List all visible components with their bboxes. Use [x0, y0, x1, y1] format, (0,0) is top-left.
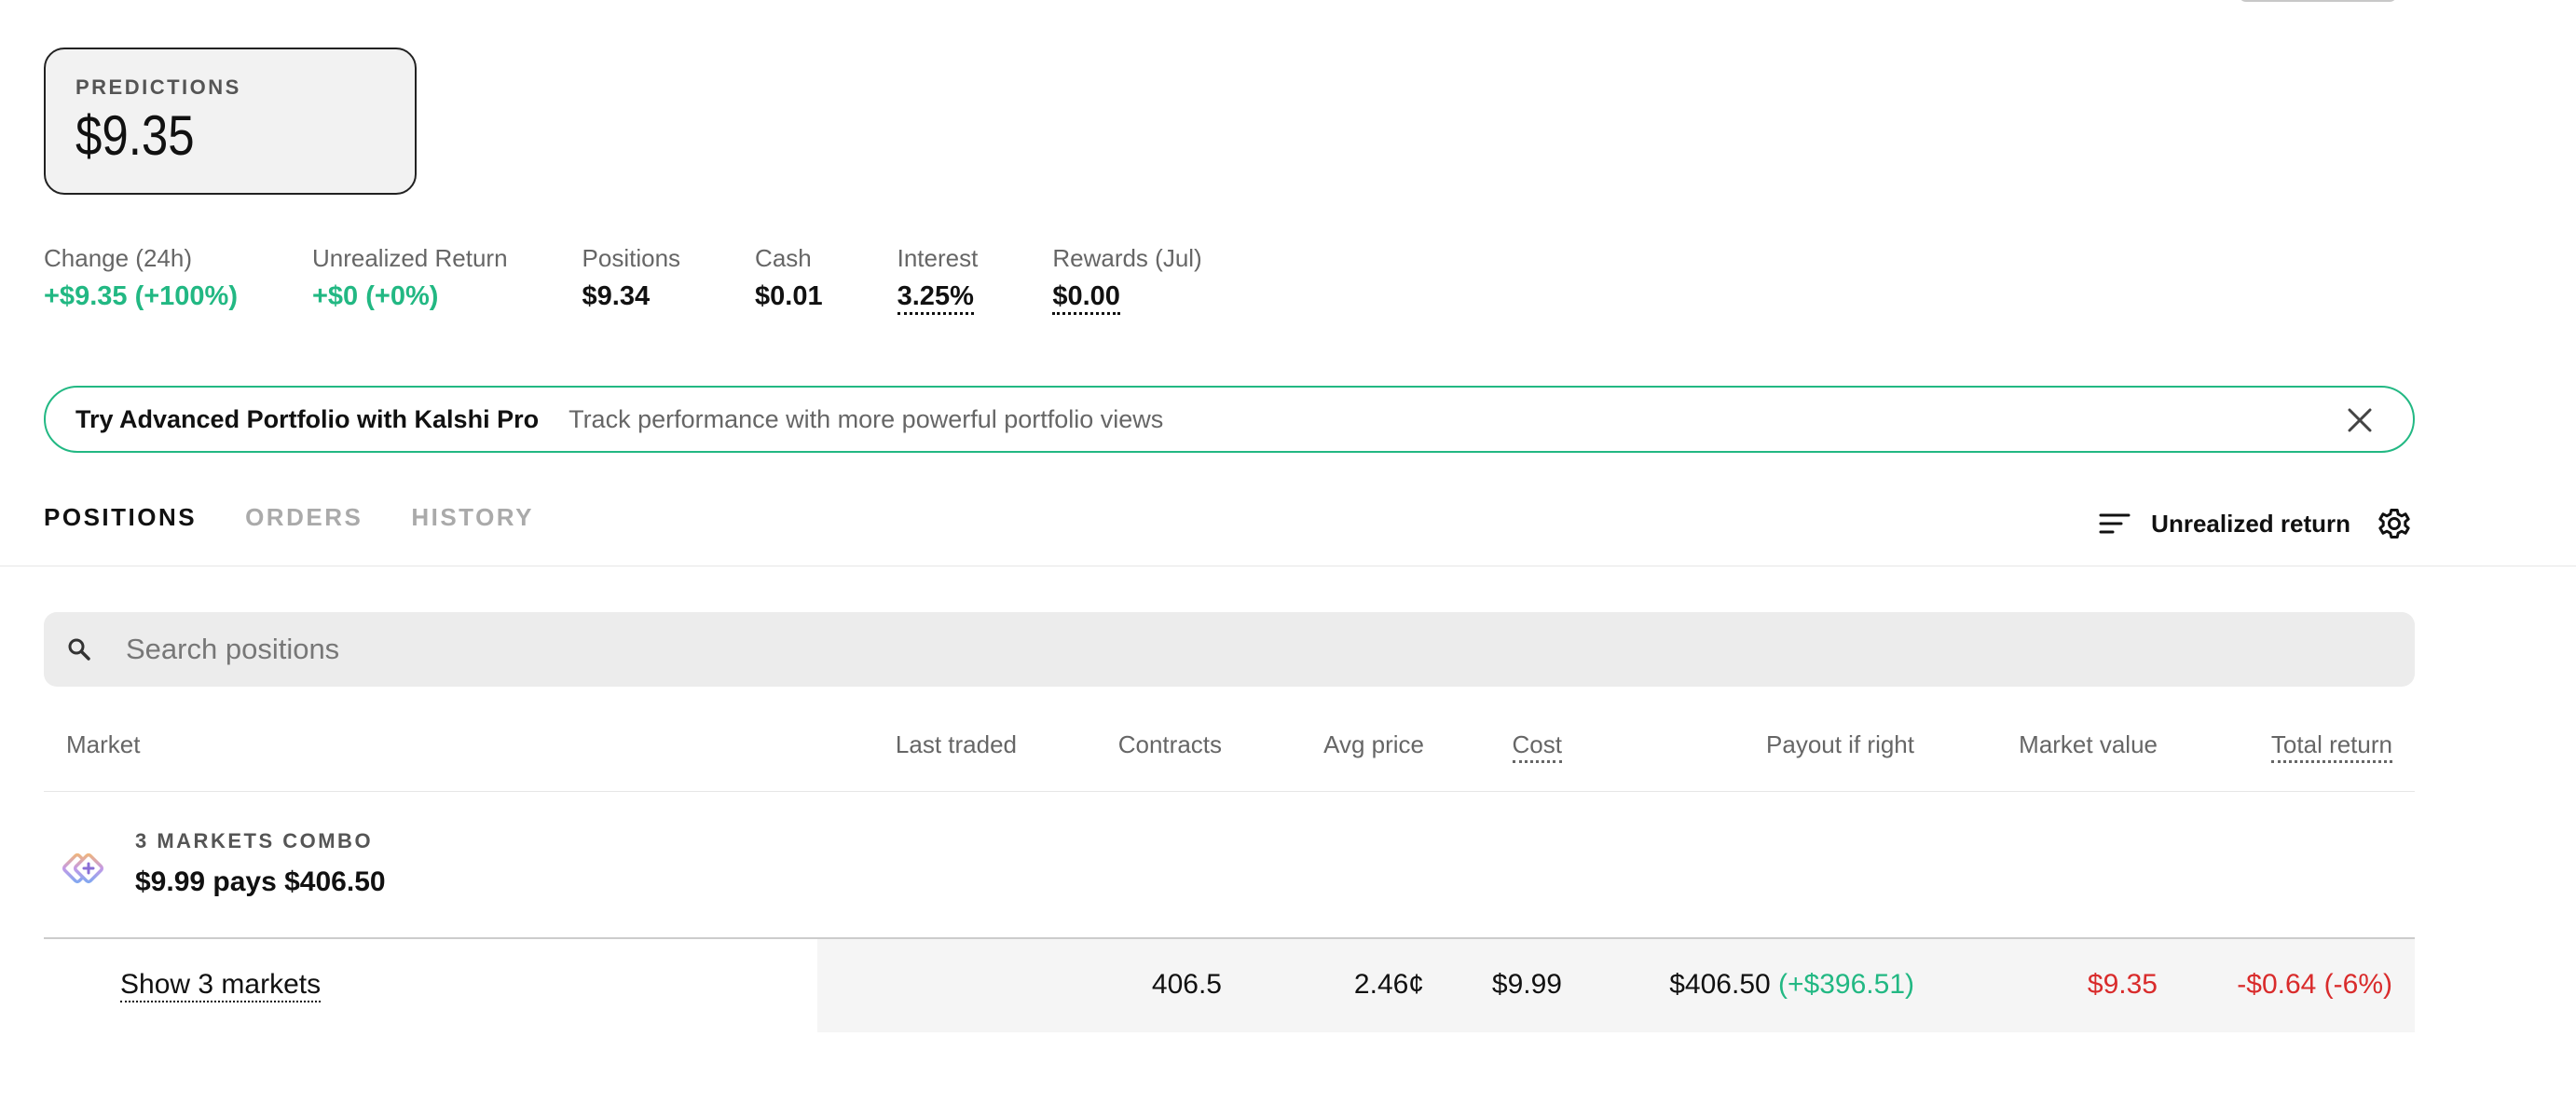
- col-avg-price[interactable]: Avg price: [1323, 730, 1424, 759]
- col-cost[interactable]: Cost: [1512, 730, 1562, 763]
- col-total-return[interactable]: Total return: [2270, 730, 2392, 763]
- positions-table: Market Last traded Contracts Avg price C…: [44, 717, 2415, 1032]
- combo-label: 3 MARKETS COMBO: [135, 829, 374, 852]
- col-payout[interactable]: Payout if right: [1766, 730, 1914, 759]
- stat-label: Change (24h): [44, 244, 192, 272]
- sort-button[interactable]: Unrealized return: [2099, 510, 2350, 539]
- stat-rewards[interactable]: Rewards (Jul) $0.00: [1052, 242, 1202, 317]
- cell-payout: $406.50 (+$396.51): [1669, 969, 1914, 1001]
- table-row: Show 3 markets 406.5 2.46¢ $9.99 $406.50…: [44, 939, 2415, 1032]
- sort-label: Unrealized return: [2151, 509, 2350, 538]
- predictions-value: $9.35: [75, 104, 195, 167]
- close-icon[interactable]: [2344, 404, 2376, 436]
- stat-cash: Cash $0.01: [755, 242, 823, 317]
- col-contracts[interactable]: Contracts: [1118, 730, 1222, 759]
- cell-cost: $9.99: [1491, 969, 1562, 1000]
- banner-title[interactable]: Try Advanced Portfolio with Kalshi Pro: [75, 405, 539, 434]
- combo-title: $9.99 pays $406.50: [135, 866, 386, 897]
- row-shade: [817, 939, 2415, 1032]
- col-market[interactable]: Market: [66, 730, 140, 759]
- stat-label: Unrealized Return: [311, 244, 508, 272]
- search-icon: [68, 638, 90, 661]
- cell-avg-price: 2.46¢: [1353, 969, 1424, 1000]
- payout-amount: $406.50: [1669, 969, 1771, 1000]
- stat-label: Rewards (Jul): [1052, 244, 1202, 272]
- col-last-traded[interactable]: Last traded: [896, 730, 1017, 759]
- tab-positions[interactable]: POSITIONS: [44, 503, 197, 540]
- portfolio-stats: Change (24h) +$9.35 (+100%) Unrealized R…: [44, 242, 1277, 317]
- stat-label: Positions: [582, 244, 681, 272]
- rewards-value-link[interactable]: $0.00: [1052, 281, 1120, 315]
- search-input[interactable]: [124, 632, 2268, 667]
- cell-market-value: $9.35: [2087, 969, 2158, 1000]
- portfolio-tabs: POSITIONS ORDERS HISTORY: [44, 503, 582, 540]
- stat-value: +$9.35 (+100%): [44, 281, 238, 311]
- banner-subtitle: Track performance with more powerful por…: [569, 404, 1164, 433]
- tab-orders[interactable]: ORDERS: [245, 503, 363, 540]
- sort-controls: Unrealized return: [2099, 503, 2412, 544]
- cell-contracts: 406.5: [1151, 969, 1222, 1000]
- stat-label: Interest: [897, 244, 979, 272]
- stat-change-24h: Change (24h) +$9.35 (+100%): [44, 242, 238, 317]
- cell-total-return: -$0.64 (-6%): [2237, 969, 2392, 1000]
- stat-value: $0.01: [755, 281, 823, 311]
- stat-label: Cash: [755, 244, 812, 272]
- interest-value-link[interactable]: 3.25%: [897, 281, 974, 315]
- stat-value: $9.34: [582, 281, 651, 311]
- tab-history[interactable]: HISTORY: [411, 503, 534, 540]
- kalshi-pro-banner[interactable]: Try Advanced Portfolio with Kalshi Pro T…: [44, 386, 2415, 453]
- combo-row[interactable]: 3 MARKETS COMBO $9.99 pays $406.50: [44, 792, 2415, 939]
- stat-positions: Positions $9.34: [582, 242, 681, 317]
- sort-lines-icon: [2099, 513, 2131, 534]
- gear-icon[interactable]: [2377, 506, 2412, 541]
- col-market-value[interactable]: Market value: [2019, 730, 2158, 759]
- stat-unrealized-return: Unrealized Return +$0 (+0%): [312, 242, 508, 317]
- stat-value: +$0 (+0%): [311, 281, 439, 311]
- stat-interest[interactable]: Interest 3.25%: [897, 242, 979, 317]
- top-edge-tab[interactable]: [2239, 0, 2397, 2]
- payout-gain: (+$396.51): [1778, 969, 1914, 1000]
- search-bar[interactable]: [44, 612, 2415, 687]
- predictions-label: PREDICTIONS: [75, 75, 241, 99]
- table-header: Market Last traded Contracts Avg price C…: [44, 717, 2415, 792]
- combo-diamond-icon: [62, 852, 104, 884]
- predictions-card: PREDICTIONS $9.35: [44, 48, 417, 195]
- show-markets-link[interactable]: Show 3 markets: [120, 969, 322, 1002]
